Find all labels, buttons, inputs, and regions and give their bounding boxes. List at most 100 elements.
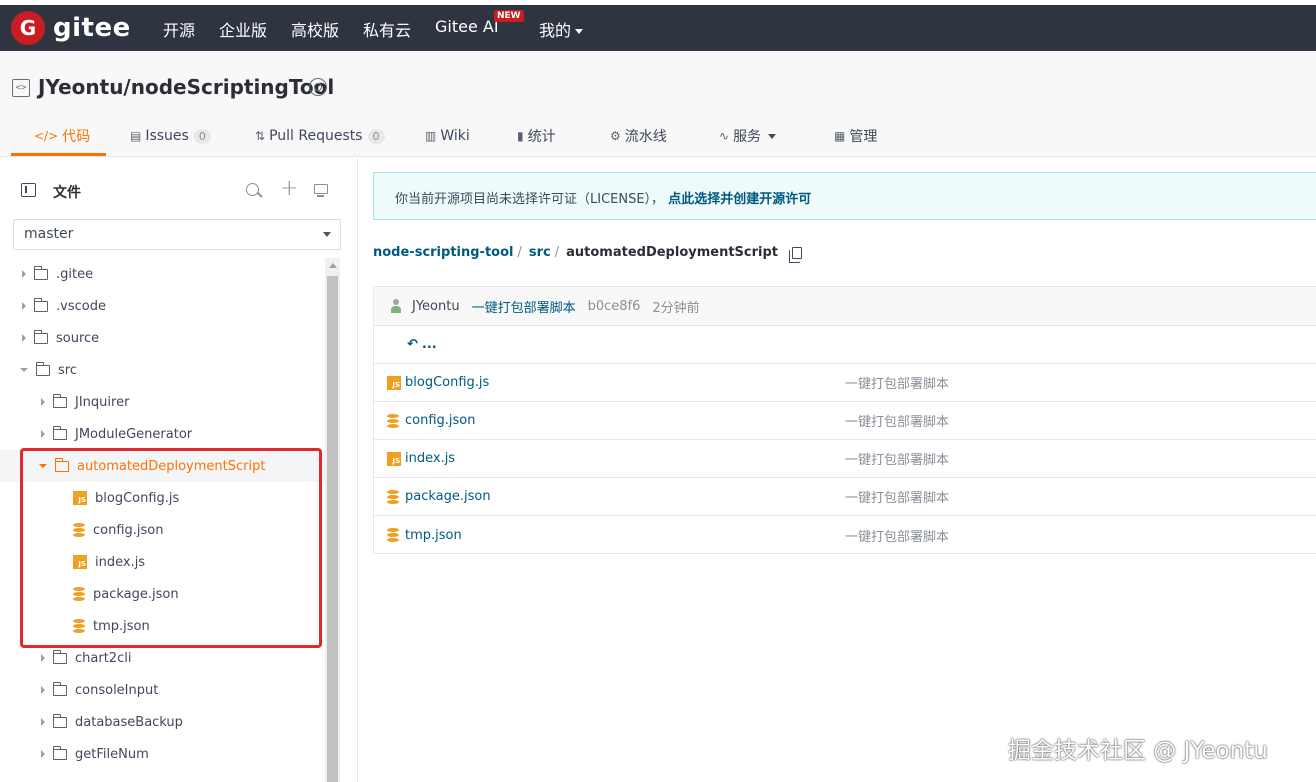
parent-directory-row[interactable]: ↶ ... <box>374 326 1316 364</box>
search-icon[interactable] <box>246 183 259 196</box>
file-name-link[interactable]: tmp.json <box>405 528 462 543</box>
commit-author[interactable]: JYeontu <box>412 299 460 314</box>
branch-select[interactable]: master <box>13 219 341 250</box>
tree-item-getfilenum[interactable]: getFileNum <box>0 738 325 770</box>
tab-stats-label: 统计 <box>527 129 556 145</box>
caret-down-icon[interactable] <box>39 464 47 468</box>
file-commit-message[interactable]: 一键打包部署脚本 <box>845 373 949 392</box>
repo-badge-icon[interactable] <box>309 78 327 96</box>
file-commit-message[interactable]: 一键打包部署脚本 <box>845 526 949 545</box>
file-name-link[interactable]: blogConfig.js <box>405 375 489 390</box>
tree-item-index-js[interactable]: JS index.js <box>0 546 325 578</box>
tab-wiki[interactable]: ▥ Wiki <box>425 126 470 146</box>
tab-code-label: 代码 <box>62 129 91 145</box>
bar-chart-icon: ▮ <box>517 129 524 143</box>
tree-item-jinquirer[interactable]: JInquirer <box>0 386 325 418</box>
parent-directory-label: ... <box>421 337 437 352</box>
monitor-icon[interactable] <box>314 184 328 197</box>
manage-icon: ▦ <box>834 129 846 143</box>
gitee-logo[interactable]: G gitee <box>11 11 131 45</box>
breadcrumb-separator: / <box>517 245 522 260</box>
file-tree-sidebar: 文件 + master .gitee .vscode source src JI… <box>0 158 358 782</box>
tree-item-consoleinput[interactable]: consoleInput <box>0 674 325 706</box>
caret-right-icon[interactable] <box>41 718 45 726</box>
scroll-up-arrow-icon[interactable] <box>329 263 337 268</box>
copy-icon[interactable] <box>789 246 803 263</box>
tab-stats[interactable]: ▮ 统计 <box>517 126 556 146</box>
breadcrumb-repo-link[interactable]: node-scripting-tool <box>373 245 513 260</box>
issues-icon: ▤ <box>130 129 142 143</box>
chevron-down-icon <box>768 133 777 139</box>
tree-item-databasebackup[interactable]: databaseBackup <box>0 706 325 738</box>
tree-item-label: consoleInput <box>75 682 159 698</box>
nav-gitee-ai[interactable]: Gitee AI <box>435 17 499 36</box>
tab-issues[interactable]: ▤ Issues 0 <box>130 126 211 146</box>
caret-right-icon[interactable] <box>41 686 45 694</box>
tree-item-package-json[interactable]: package.json <box>0 578 325 610</box>
tree-item-blogconfig-js[interactable]: JS blogConfig.js <box>0 482 325 514</box>
repo-title[interactable]: JYeontu/nodeScriptingTool <box>38 75 334 99</box>
tab-manage[interactable]: ▦ 管理 <box>834 126 877 146</box>
tree-item-label: tmp.json <box>93 618 150 634</box>
tree-item-source[interactable]: source <box>0 322 325 354</box>
commit-hash[interactable]: b0ce8f6 <box>588 299 641 314</box>
file-commit-message[interactable]: 一键打包部署脚本 <box>845 411 949 430</box>
breadcrumb-src-link[interactable]: src <box>529 245 551 260</box>
caret-right-icon[interactable] <box>41 750 45 758</box>
file-name-link[interactable]: config.json <box>405 413 476 428</box>
tab-pull-requests[interactable]: ⇅ Pull Requests 0 <box>255 126 385 146</box>
file-row[interactable]: tmp.json 一键打包部署脚本 <box>374 516 1316 554</box>
pulse-icon: ∿ <box>719 129 730 143</box>
tree-item-label: index.js <box>95 554 146 570</box>
file-commit-message[interactable]: 一键打包部署脚本 <box>845 487 949 506</box>
file-row[interactable]: JS blogConfig.js 一键打包部署脚本 <box>374 364 1316 402</box>
nav-education[interactable]: 高校版 <box>291 17 339 41</box>
js-file-icon: JS <box>387 375 401 390</box>
tree-item-src[interactable]: src <box>0 354 325 386</box>
tree-item-label: blogConfig.js <box>95 490 180 506</box>
json-file-icon <box>387 413 399 428</box>
pull-request-icon: ⇅ <box>255 129 266 143</box>
tree-item-automateddeploymentscript[interactable]: automatedDeploymentScript <box>0 450 325 482</box>
avatar[interactable] <box>390 299 402 313</box>
file-row[interactable]: package.json 一键打包部署脚本 <box>374 478 1316 516</box>
caret-down-icon[interactable] <box>20 368 28 372</box>
caret-right-icon[interactable] <box>22 302 26 310</box>
nav-mine-dropdown[interactable]: 我的 <box>539 17 584 41</box>
file-row[interactable]: JS index.js 一键打包部署脚本 <box>374 440 1316 478</box>
file-commit-message[interactable]: 一键打包部署脚本 <box>845 449 949 468</box>
plus-icon[interactable]: + <box>280 178 298 200</box>
tree-scrollbar-thumb[interactable] <box>327 276 338 782</box>
file-list-table: JYeontu 一键打包部署脚本 b0ce8f6 2分钟前 ↶ ... JS b… <box>373 286 1316 554</box>
tree-item-label: JInquirer <box>75 394 130 410</box>
tree-item-jmodulegenerator[interactable]: JModuleGenerator <box>0 418 325 450</box>
tree-item-gitee[interactable]: .gitee <box>0 258 325 290</box>
file-name-link[interactable]: package.json <box>405 489 491 504</box>
caret-right-icon[interactable] <box>41 654 45 662</box>
caret-right-icon[interactable] <box>41 430 45 438</box>
gitee-logo-icon: G <box>11 11 45 45</box>
tab-code[interactable]: </> 代码 <box>34 126 90 146</box>
nav-enterprise[interactable]: 企业版 <box>219 17 267 41</box>
tab-services-label: 服务 <box>733 129 762 145</box>
sidebar-toggle-icon[interactable] <box>21 183 36 197</box>
caret-right-icon[interactable] <box>41 398 45 406</box>
tree-item-config-json[interactable]: config.json <box>0 514 325 546</box>
new-badge: NEW <box>494 10 524 22</box>
tab-pipeline[interactable]: ⚙ 流水线 <box>610 126 667 146</box>
caret-right-icon[interactable] <box>22 334 26 342</box>
tree-item-vscode[interactable]: .vscode <box>0 290 325 322</box>
tree-item-label: databaseBackup <box>75 714 183 730</box>
repo-header: <> JYeontu/nodeScriptingTool </> 代码 ▤ Is… <box>0 51 1316 157</box>
nav-private-cloud[interactable]: 私有云 <box>363 17 411 41</box>
tree-item-label: src <box>58 362 77 378</box>
file-row[interactable]: config.json 一键打包部署脚本 <box>374 402 1316 440</box>
caret-right-icon[interactable] <box>22 270 26 278</box>
create-license-link[interactable]: 点此选择并创建开源许可 <box>668 192 811 207</box>
tree-item-chart2cli[interactable]: chart2cli <box>0 642 325 674</box>
file-name-link[interactable]: index.js <box>405 451 455 466</box>
nav-opensource[interactable]: 开源 <box>163 17 195 41</box>
tab-services[interactable]: ∿ 服务 <box>719 126 777 146</box>
commit-message[interactable]: 一键打包部署脚本 <box>472 297 576 316</box>
tree-item-tmp-json[interactable]: tmp.json <box>0 610 325 642</box>
